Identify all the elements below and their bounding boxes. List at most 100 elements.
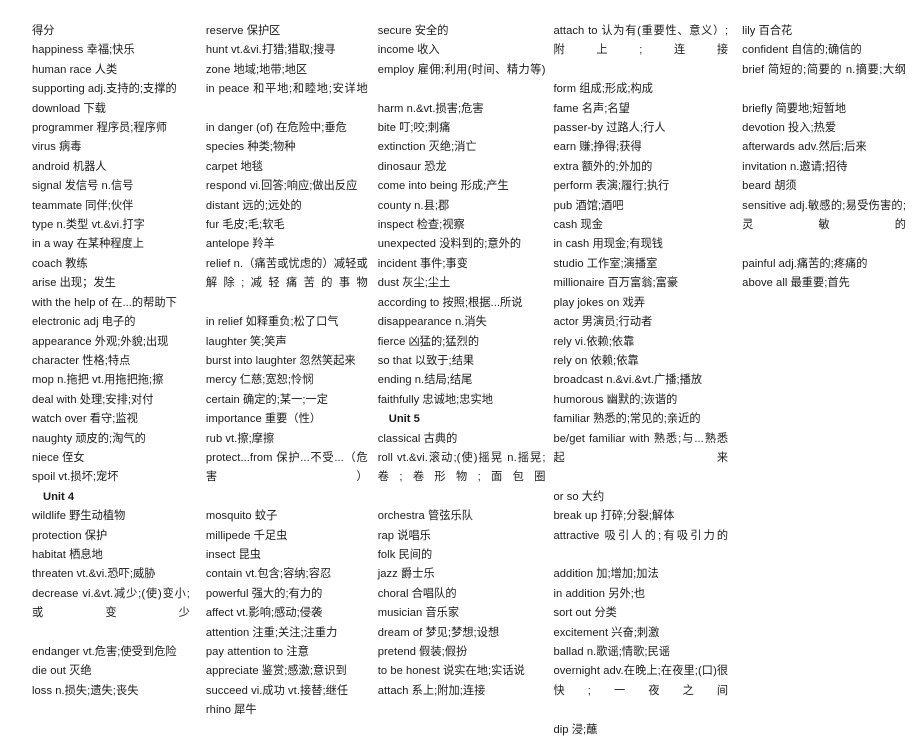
vocabulary-entry: county n.县;郡 <box>377 199 450 212</box>
vocabulary-entry: musician 音乐家 <box>377 607 460 620</box>
vocabulary-entry: contain vt.包含;容纳;容忍 <box>205 568 332 581</box>
vocabulary-entry: actor 男演员;行动者 <box>553 316 653 329</box>
vocabulary-entry: invitation n.邀请;招待 <box>742 160 848 173</box>
vocabulary-entry: wildlife 野生动植物 <box>32 510 126 523</box>
vocabulary-entry: pay attention to 注意 <box>205 646 309 658</box>
vocabulary-page: 得分 happiness 幸福;快乐 human race 人类 supporting… <box>0 0 920 736</box>
column-3: secure 安全的 income 收入 employ 雇佣;利用(时间、精力等) h… <box>374 22 552 701</box>
vocabulary-entry: certain 确定的;某一;一定 <box>205 393 328 406</box>
vocabulary-entry: niece 侄女 <box>32 451 85 464</box>
vocabulary-entry: harm n.&vt.损害;危害 <box>377 102 484 115</box>
vocabulary-entry: inspect 检查;视察 <box>377 219 465 232</box>
vocabulary-entry: in addition 另外;也 <box>553 587 646 600</box>
vocabulary-entry: above all 最重要;首先 <box>742 277 850 290</box>
vocabulary-entry: download 下载 <box>32 102 106 115</box>
vocabulary-entry: income 收入 <box>377 44 440 57</box>
vocabulary-entry: broadcast n.&vi.&vt.广播;播放 <box>553 374 703 387</box>
vocabulary-entry: familiar 熟悉的;常见的;亲近的 <box>553 413 701 426</box>
vocabulary-entry: protect...from 保护...不受...（危害） <box>205 451 368 484</box>
vocabulary-entry: deal with 处理;安排;对付 <box>32 393 154 406</box>
vocabulary-entry: in a way 在某种程度上 <box>32 238 145 251</box>
vocabulary-entry: folk 民间的 <box>377 548 433 561</box>
vocabulary-entry: fame 名声;名望 <box>553 102 630 115</box>
vocabulary-entry: virus 病毒 <box>32 141 82 154</box>
vocabulary-entry: cash 现金 <box>553 219 603 232</box>
vocabulary-entry: carpet 地毯 <box>205 160 263 173</box>
vocabulary-entry: insect 昆虫 <box>205 548 262 561</box>
vocabulary-entry: passer-by 过路人;行人 <box>553 122 666 135</box>
vocabulary-entry: attach 系上;附加;连接 <box>377 684 486 697</box>
vocabulary-entry: form 组成;形成;构成 <box>553 83 653 96</box>
vocabulary-entry: attach to 认为有(重要性、意义）;附上;连接 <box>553 25 729 57</box>
vocabulary-entry: teammate 同伴;伙伴 <box>32 199 134 212</box>
vocabulary-entry: type n.类型 vt.&vi.打字 <box>32 219 145 232</box>
vocabulary-entry: in danger (of) 在危险中;垂危 <box>205 122 347 135</box>
vocabulary-entry: break up 打碎;分裂;解体 <box>553 510 675 523</box>
vocabulary-entry: or so 大约 <box>553 490 605 503</box>
vocabulary-entry: fur 毛皮;毛;软毛 <box>205 219 285 232</box>
vocabulary-entry: afterwards adv.然后;后来 <box>742 141 867 154</box>
vocabulary-entry: burst into laughter 忽然笑起来 <box>205 354 356 367</box>
vocabulary-entry: briefly 简要地;短暂地 <box>742 102 847 115</box>
vocabulary-entry: ballad n.歌谣;情歌;民谣 <box>553 646 670 658</box>
vocabulary-entry: appearance 外观;外貌;出现 <box>32 335 169 348</box>
vocabulary-entry: painful adj.痛苦的;疼痛的 <box>742 257 868 270</box>
vocabulary-entry: rub vt.擦;摩擦 <box>205 432 275 445</box>
vocabulary-entry: disappearance n.消失 <box>377 316 487 329</box>
vocabulary-entry: relief n.（痛苦或忧虑的）减轻或解除;减轻痛苦的事物 <box>205 257 368 290</box>
vocabulary-entry: dream of 梦见;梦想;设想 <box>377 626 500 639</box>
vocabulary-entry: loss n.损失;遗失;丧失 <box>32 684 139 697</box>
vocabulary-entry: powerful 强大的;有力的 <box>205 587 323 600</box>
vocabulary-entry: jazz 爵士乐 <box>377 568 435 581</box>
vocabulary-entry: reserve 保护区 <box>205 25 281 37</box>
vocabulary-entry: antelope 羚羊 <box>205 238 275 251</box>
vocabulary-entry: orchestra 管弦乐队 <box>377 510 473 523</box>
vocabulary-entry: devotion 投入;热爱 <box>742 122 837 135</box>
vocabulary-entry: earn 赚;挣得;获得 <box>553 141 642 154</box>
vocabulary-entry: zone 地域;地带;地区 <box>205 63 308 76</box>
vocabulary-entry: spoil vt.损坏;宠坏 <box>32 471 119 484</box>
vocabulary-entry: laughter 笑;笑声 <box>205 335 287 348</box>
vocabulary-entry: habitat 栖息地 <box>32 548 103 561</box>
vocabulary-entry: pub 酒馆;酒吧 <box>553 199 624 212</box>
vocabulary-entry: android 机器人 <box>32 160 107 173</box>
vocabulary-entry: attention 注重;关注;注重力 <box>205 626 338 639</box>
vocabulary-entry: ending n.结局;结尾 <box>377 374 473 387</box>
vocabulary-entry: succeed vi.成功 vt.接替;继任 <box>205 684 349 697</box>
vocabulary-entry: extinction 灭绝;消亡 <box>377 141 477 154</box>
vocabulary-entry: hunt vt.&vi.打猎;猎取;搜寻 <box>205 44 336 57</box>
vocabulary-entry: mosquito 蚊子 <box>205 510 278 523</box>
vocabulary-entry: overnight adv.在晚上;在夜里;(口)很快;一夜之间 <box>553 665 729 697</box>
vocabulary-entry: classical 古典的 <box>377 432 458 445</box>
vocabulary-entry: happiness 幸福;快乐 <box>32 44 135 57</box>
vocabulary-entry: extra 额外的;外加的 <box>553 160 653 173</box>
vocabulary-entry: mop n.拖把 vt.用拖把拖;擦 <box>32 374 164 387</box>
column-1: 得分 happiness 幸福;快乐 human race 人类 supporting… <box>8 22 196 701</box>
vocabulary-entry: incident 事件;事变 <box>377 257 468 270</box>
vocabulary-entry: excitement 兴奋;刺激 <box>553 626 660 639</box>
vocabulary-entry: fierce 凶猛的;猛烈的 <box>377 335 480 348</box>
vocabulary-entry: importance 重要（性） <box>205 413 322 426</box>
vocabulary-entry: attractive 吸引人的;有吸引力的 <box>553 529 729 542</box>
vocabulary-entry: distant 远的;远处的 <box>205 199 302 212</box>
vocabulary-entry: perform 表演;履行;执行 <box>553 180 670 193</box>
vocabulary-entry: threaten vt.&vi.恐吓;威胁 <box>32 568 156 581</box>
vocabulary-entry: millipede 千足虫 <box>205 529 288 542</box>
vocabulary-entry: dust 灰尘;尘土 <box>377 277 451 290</box>
vocabulary-entry: decrease vi.&vt.减少;(使)变小;或变少 <box>32 587 190 620</box>
vocabulary-entry: unexpected 没料到的;意外的 <box>377 238 522 251</box>
vocabulary-entry: die out 灭绝 <box>32 665 92 678</box>
vocabulary-entry: programmer 程序员;程序师 <box>32 122 168 135</box>
vocabulary-entry: be/get familiar with 熟悉;与...熟悉起来 <box>553 432 729 464</box>
vocabulary-entry: according to 按照;根据...所说 <box>377 296 523 309</box>
vocabulary-entry: sort out 分类 <box>553 607 617 620</box>
vocabulary-entry: 得分 <box>32 25 55 37</box>
vocabulary-entry: supporting adj.支持的;支撑的 <box>32 83 177 96</box>
vocabulary-entry: employ 雇佣;利用(时间、精力等) <box>377 63 546 76</box>
vocabulary-entry: appreciate 鉴赏;感激;意识到 <box>205 665 347 678</box>
vocabulary-entry: respond vi.回答;响应;做出反应 <box>205 180 358 193</box>
vocabulary-entry: roll vt.&vi.滚动;(使)摇晃 n.摇晃;卷;卷形物;面包圈 <box>377 451 546 484</box>
vocabulary-entry: with the help of 在...的帮助下 <box>32 296 177 309</box>
vocabulary-entry: so that 以致于;结果 <box>377 354 475 367</box>
vocabulary-entry: in peace 和平地;和睦地;安详地 <box>205 83 368 96</box>
